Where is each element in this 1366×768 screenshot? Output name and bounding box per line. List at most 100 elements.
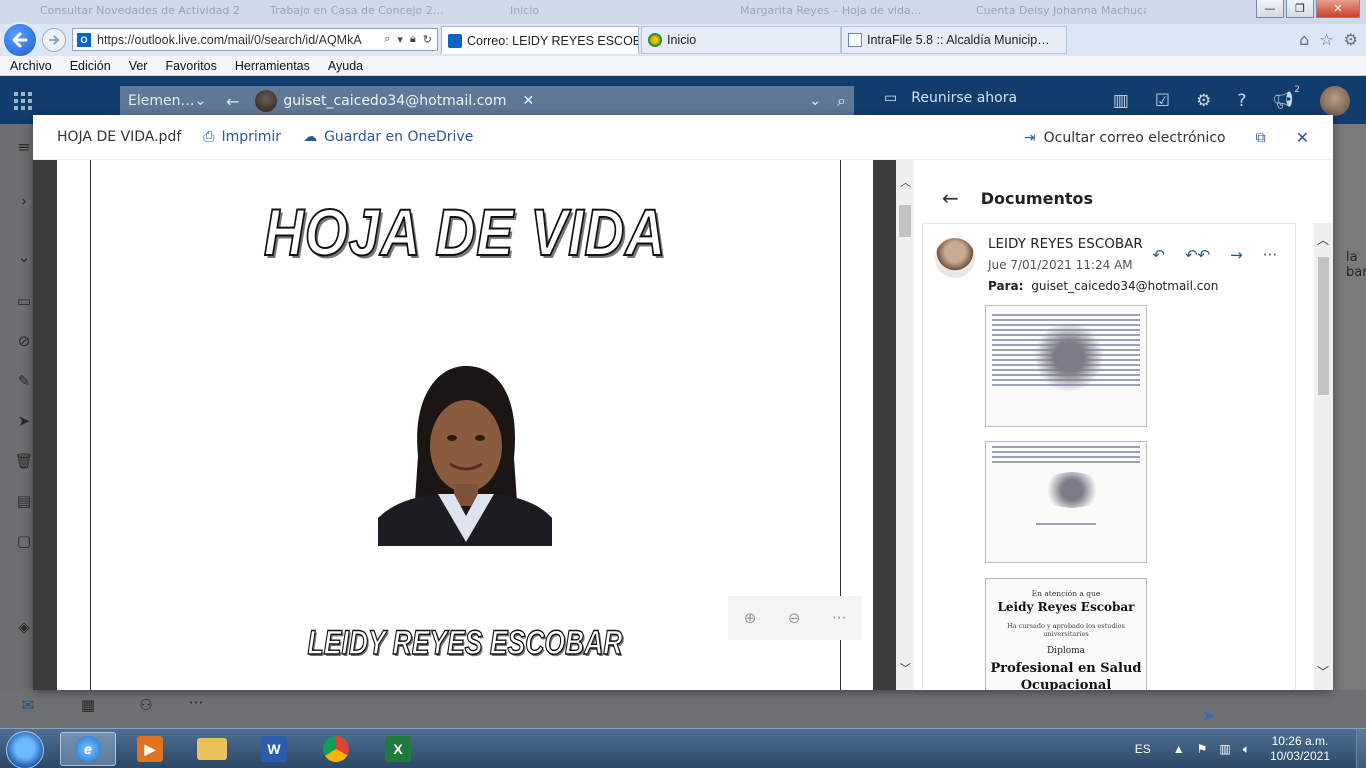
print-button[interactable]: ⎙ Imprimir: [203, 129, 281, 145]
taskbar-internet-explorer[interactable]: e: [60, 732, 116, 766]
reply-all-icon[interactable]: ↶↶: [1185, 246, 1210, 264]
clock[interactable]: 10:26 a.m. 10/03/2021: [1270, 734, 1330, 764]
zoom-out-icon[interactable]: ⊖: [788, 609, 801, 627]
menu-ver[interactable]: Ver: [119, 59, 156, 73]
notes-icon[interactable]: ▢: [14, 532, 34, 550]
scroll-up-icon[interactable]: ︿: [900, 174, 911, 190]
minimize-button[interactable]: —: [1256, 0, 1284, 18]
more-icon[interactable]: ···: [832, 609, 846, 627]
chevron-down-icon[interactable]: ⌄: [14, 248, 34, 266]
background-tab[interactable]: Cuenta Deisy Johanna Machuca…: [976, 4, 1146, 24]
tab-inicio[interactable]: Inicio: [641, 26, 841, 54]
avatar[interactable]: [1320, 86, 1350, 116]
background-tab[interactable]: Margarita Reyes – Hoja de vida…: [740, 4, 920, 24]
search-scope-dropdown[interactable]: Elemen… ⌄: [120, 93, 216, 109]
start-button[interactable]: [6, 731, 44, 768]
popout-icon[interactable]: ⧉: [1256, 130, 1266, 146]
search-chip[interactable]: guiset_caicedo34@hotmail.com ✕: [255, 90, 534, 112]
tab-intrafile[interactable]: IntraFile 5.8 :: Alcaldía Municip…: [841, 26, 1067, 54]
network-icon[interactable]: ▥: [1219, 742, 1230, 756]
help-icon[interactable]: ?: [1237, 91, 1246, 111]
attachment-thumbnail-diploma[interactable]: En atención a que Leidy Reyes Escobar Ha…: [985, 578, 1147, 690]
more-icon[interactable]: ···: [186, 694, 206, 712]
menu-herramientas[interactable]: Herramientas: [225, 59, 318, 73]
zoom-in-icon[interactable]: ⊕: [744, 609, 757, 627]
calendar-icon[interactable]: ▦: [78, 696, 98, 714]
back-arrow-icon[interactable]: ←: [226, 92, 239, 111]
documents-panel: ← Documentos LEIDY REYES ESCOBAR Jue 7/0…: [914, 160, 1333, 690]
chevron-down-icon[interactable]: ⌄: [809, 93, 821, 109]
inbox-icon[interactable]: ▭: [14, 292, 34, 310]
attachment-thumbnail-resolution[interactable]: [985, 441, 1147, 563]
save-onedrive-button[interactable]: ☁ Guardar en OneDrive: [303, 129, 473, 145]
home-icon[interactable]: ⌂: [1299, 30, 1309, 49]
scroll-down-icon[interactable]: ﹀: [1317, 663, 1329, 680]
menu-edicion[interactable]: Edición: [60, 59, 119, 73]
back-arrow-icon[interactable]: ←: [942, 186, 959, 210]
archive-icon[interactable]: ▤: [14, 492, 34, 510]
taskbar-excel[interactable]: X: [370, 732, 426, 766]
scroll-thumb[interactable]: [1318, 257, 1329, 395]
close-icon[interactable]: ✕: [522, 93, 534, 109]
taskbar-file-explorer[interactable]: [184, 732, 240, 766]
people-icon[interactable]: ⚇: [136, 696, 156, 714]
junk-icon[interactable]: ⊘: [14, 332, 34, 350]
mail-icon[interactable]: ✉: [18, 696, 38, 714]
close-icon[interactable]: ✕: [1296, 128, 1309, 147]
taskbar-chrome[interactable]: [308, 732, 364, 766]
dropdown-icon[interactable]: ▾: [397, 33, 403, 46]
scroll-down-icon[interactable]: ﹀: [900, 660, 911, 676]
tray-expand-icon[interactable]: ▲: [1173, 742, 1185, 756]
menu-archivo[interactable]: Archivo: [0, 59, 60, 73]
hide-email-button[interactable]: ⇥ Ocultar correo electrónico: [1024, 130, 1226, 146]
more-icon[interactable]: ···: [1263, 246, 1277, 264]
search-bar[interactable]: Elemen… ⌄ ← guiset_caicedo34@hotmail.com…: [120, 86, 854, 116]
attachment-thumbnail-certificate[interactable]: [985, 305, 1147, 427]
search-icon[interactable]: ⌕: [384, 33, 390, 46]
show-desktop-button[interactable]: [1356, 729, 1366, 768]
megaphone-icon[interactable]: 📢︎ 2: [1272, 85, 1300, 111]
background-tab[interactable]: Trabajo en Casa de Concejo 2…: [270, 4, 470, 24]
meet-now-button[interactable]: ▭ Reunirse ahora: [884, 90, 1017, 106]
pdf-viewer[interactable]: HOJA DE VIDA LEIDY REYES ESCOBAR ⊕ ⊖ ···: [33, 160, 896, 690]
app-launcher-icon[interactable]: [14, 92, 32, 110]
office-icon[interactable]: ▥: [1113, 91, 1129, 111]
menu-favoritos[interactable]: Favoritos: [155, 59, 224, 73]
forward-icon[interactable]: →: [1230, 246, 1243, 264]
premium-diamond-icon[interactable]: ◈: [14, 618, 34, 636]
taskbar-media-player[interactable]: ▶: [122, 732, 178, 766]
search-icon[interactable]: ⌕: [837, 91, 846, 111]
menu-ayuda[interactable]: Ayuda: [318, 59, 371, 73]
sent-icon[interactable]: ➤: [14, 412, 34, 430]
pdf-scrollbar[interactable]: ︿ ﹀: [896, 160, 914, 690]
gear-icon[interactable]: ⚙: [1196, 91, 1211, 111]
language-indicator[interactable]: ES: [1135, 742, 1151, 756]
forward-button[interactable]: [42, 28, 66, 52]
taskbar-word[interactable]: W: [246, 732, 302, 766]
trash-icon[interactable]: 🗑︎: [14, 452, 34, 470]
background-tab[interactable]: Consultar Novedades de Actividad 27…: [40, 4, 240, 24]
background-tab[interactable]: Inicio: [510, 4, 670, 24]
drafts-icon[interactable]: ✎: [14, 372, 34, 390]
lock-icon[interactable]: 🔒︎: [410, 33, 416, 46]
internet-explorer-icon: e: [75, 736, 101, 762]
refresh-icon[interactable]: ↻: [423, 33, 432, 46]
close-window-button[interactable]: ✕: [1316, 0, 1360, 18]
favorites-star-icon[interactable]: ☆: [1319, 30, 1333, 49]
print-label: Imprimir: [221, 129, 282, 145]
send-icon[interactable]: ➤: [1202, 706, 1215, 725]
todo-icon[interactable]: ☑: [1155, 91, 1170, 111]
tab-correo[interactable]: Correo: LEIDY REYES ESCOB… ✕: [441, 26, 639, 54]
volume-icon[interactable]: 🔈︎: [1243, 742, 1250, 757]
address-bar[interactable]: O https://outlook.live.com/mail/0/search…: [72, 28, 438, 51]
settings-gear-icon[interactable]: ⚙: [1344, 30, 1358, 49]
restore-button[interactable]: ❐: [1286, 0, 1314, 18]
chevron-right-icon[interactable]: ›: [14, 192, 34, 210]
scroll-thumb[interactable]: [899, 205, 911, 237]
reply-icon[interactable]: ↶: [1152, 246, 1165, 264]
hamburger-icon[interactable]: ≡: [14, 138, 34, 156]
back-button[interactable]: [2, 22, 38, 58]
scroll-up-icon[interactable]: ︿: [1317, 231, 1329, 248]
flag-icon[interactable]: ⚑: [1197, 742, 1208, 756]
panel-scrollbar[interactable]: ︿ ﹀: [1314, 223, 1333, 690]
